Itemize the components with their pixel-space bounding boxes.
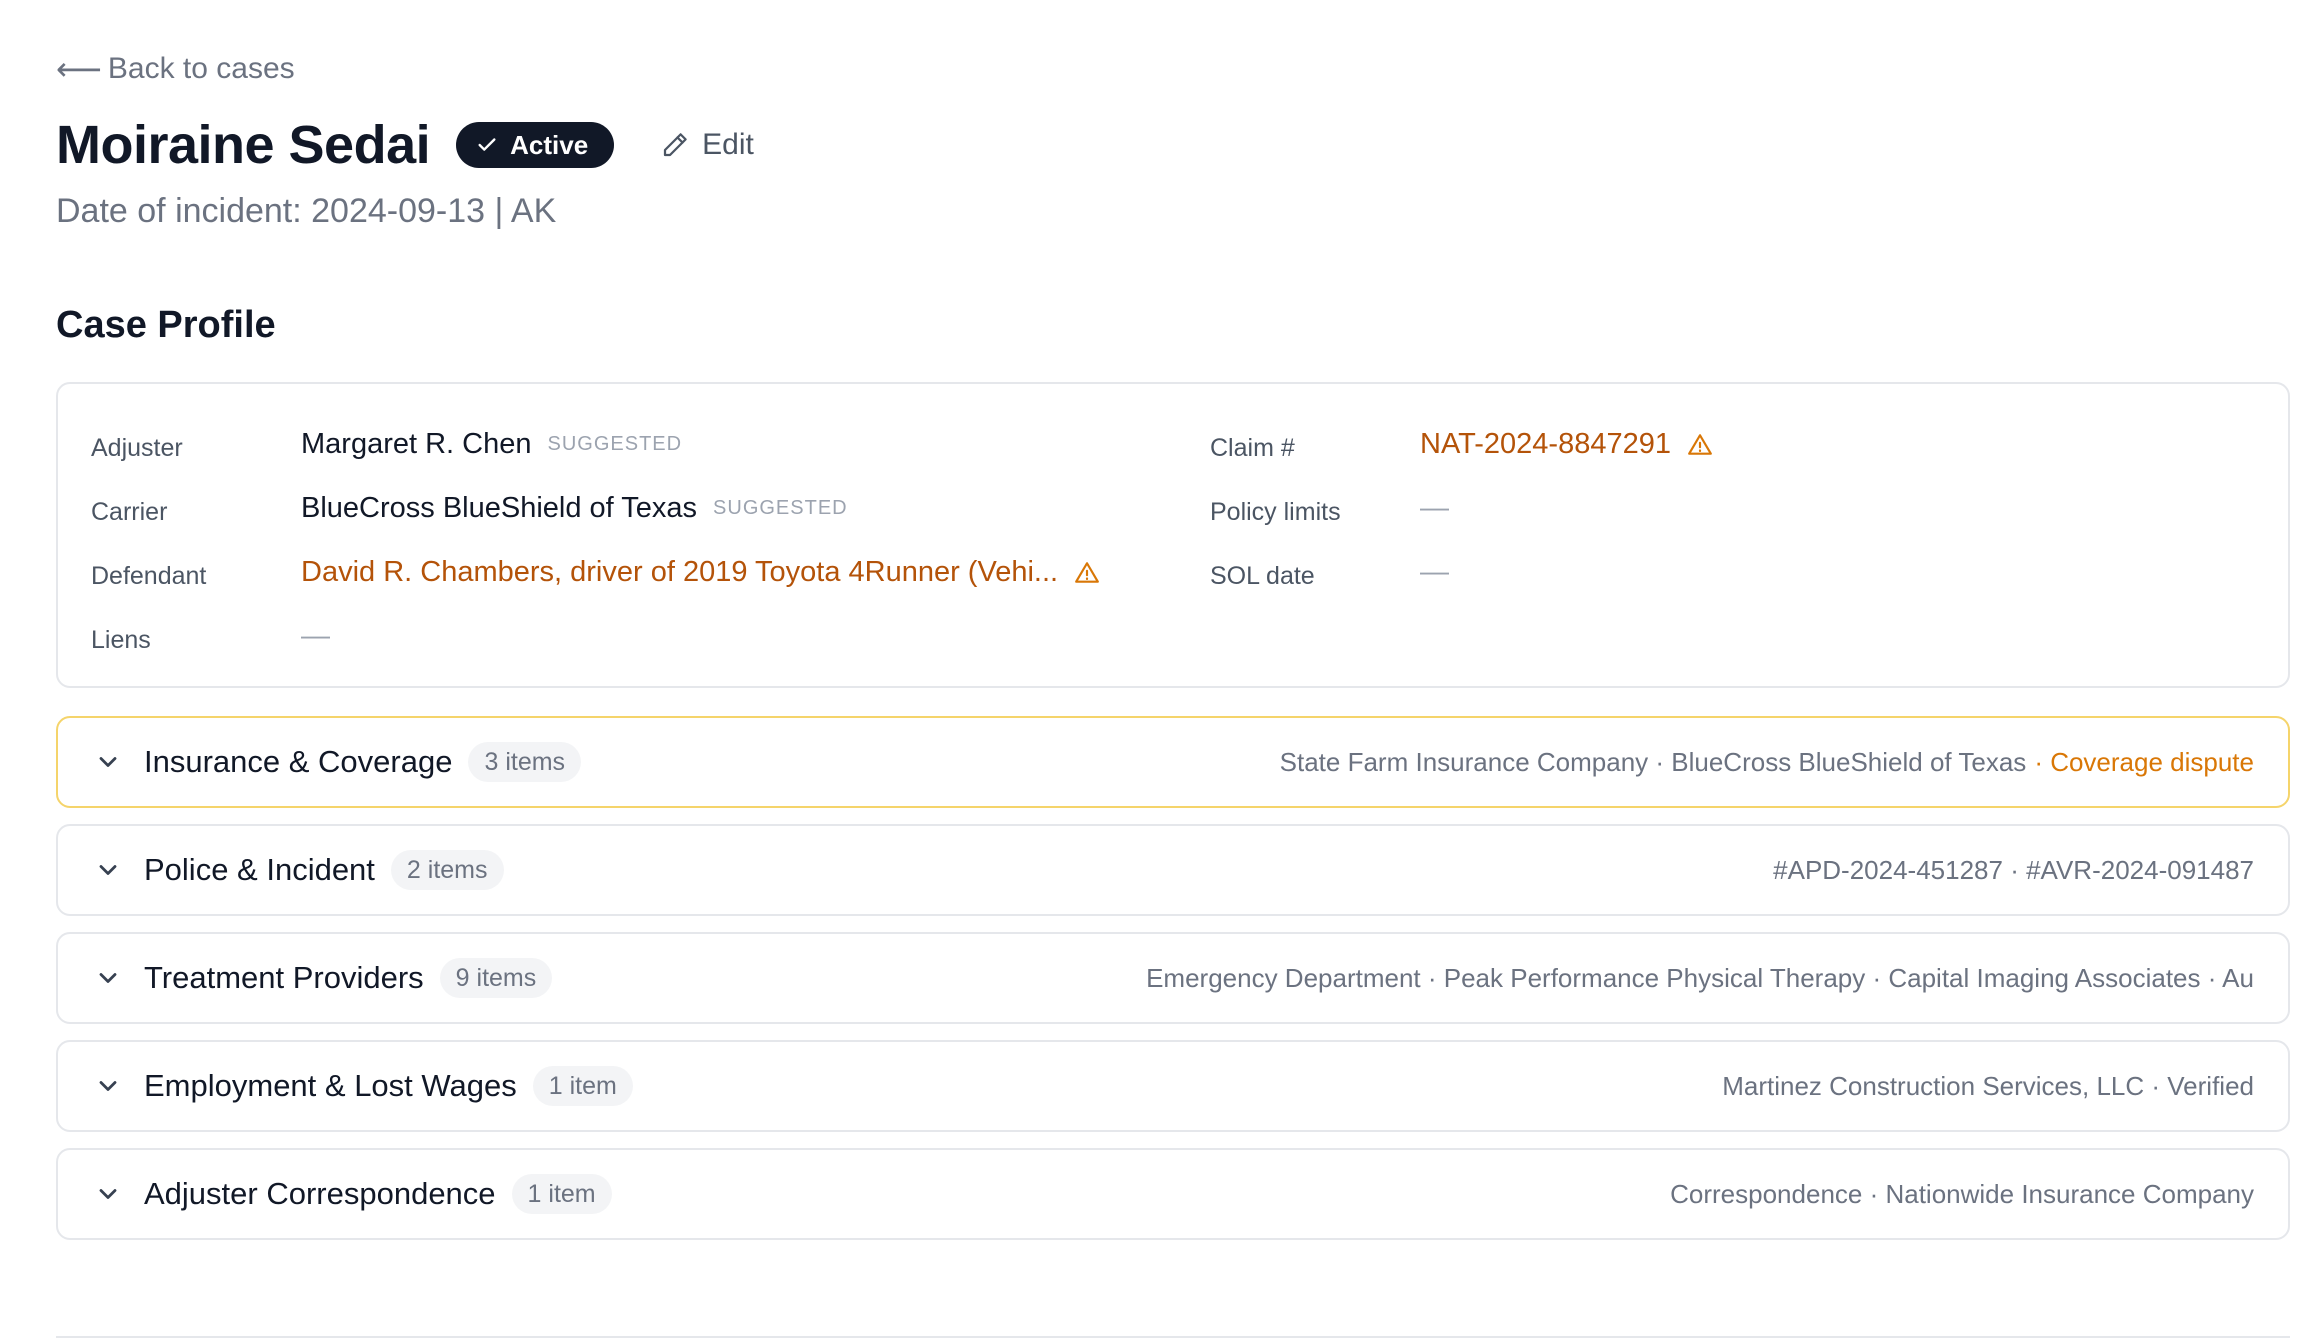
claim-value[interactable]: NAT-2024-8847291 (1420, 428, 1671, 461)
status-badge: Active (456, 122, 615, 168)
sol-date-label: SOL date (1210, 562, 1315, 590)
section-employment-lost-wages[interactable]: Employment & Lost Wages 1 item Martinez … (56, 1040, 2290, 1132)
section-summary: #APD-2024-451287 · #AVR-2024-091487 (1773, 826, 2254, 914)
section-summary: State Farm Insurance Company · BlueCross… (1280, 718, 2254, 806)
summary-text: Martinez Construction Services, LLC · Ve… (1722, 1070, 2254, 1101)
sol-date-value: — (1420, 556, 1449, 588)
page-title: Moiraine Sedai (56, 115, 431, 175)
section-summary: Martinez Construction Services, LLC · Ve… (1722, 1042, 2254, 1130)
defendant-value[interactable]: David R. Chambers, driver of 2019 Toyota… (301, 556, 1058, 589)
adjuster-label: Adjuster (91, 434, 183, 462)
chevron-down-icon (99, 865, 117, 875)
back-label: Back to cases (107, 52, 295, 85)
pencil-icon (664, 133, 687, 157)
case-profile-card: Adjuster Margaret R. Chen SUGGESTED Carr… (56, 382, 2290, 688)
section-treatment-providers[interactable]: Treatment Providers 9 items Emergency De… (56, 932, 2290, 1024)
carrier-value-group: BlueCross BlueShield of Texas SUGGESTED (301, 492, 848, 525)
status-label: Active (510, 129, 589, 160)
adjuster-value[interactable]: Margaret R. Chen (301, 428, 532, 461)
back-to-cases-link[interactable]: ⟵ Back to cases (56, 52, 295, 86)
section-adjuster-correspondence[interactable]: Adjuster Correspondence 1 item Correspon… (56, 1148, 2290, 1240)
defendant-label: Defendant (91, 562, 207, 590)
section-insurance-coverage[interactable]: Insurance & Coverage 3 items State Farm … (56, 716, 2290, 808)
policy-limits-value: — (1420, 492, 1449, 524)
defendant-value-group: David R. Chambers, driver of 2019 Toyota… (301, 556, 1100, 589)
coverage-dispute-alert: · Coverage dispute (2034, 746, 2254, 777)
warning-icon (1075, 561, 1099, 583)
summary-text: Correspondence · Nationwide Insurance Co… (1670, 1178, 2254, 1209)
liens-value: — (301, 620, 330, 652)
arrow-left-icon: ⟵ (56, 51, 102, 87)
item-count-badge: 2 items (390, 850, 504, 890)
carrier-label: Carrier (91, 498, 168, 526)
item-count-badge: 9 items (439, 958, 553, 998)
item-count-badge: 1 item (532, 1066, 633, 1106)
check-icon (478, 138, 496, 151)
claim-label: Claim # (1210, 434, 1295, 462)
section-summary: Emergency Department · Peak Performance … (1146, 934, 2254, 1022)
chevron-down-icon (99, 757, 117, 767)
suggested-tag: SUGGESTED (547, 433, 683, 455)
title-row: Moiraine Sedai Active Edit (56, 110, 754, 180)
summary-text: #APD-2024-451287 · #AVR-2024-091487 (1773, 854, 2254, 885)
section-title: Treatment Providers (144, 960, 424, 995)
liens-label: Liens (91, 626, 151, 654)
case-profile-heading: Case Profile (56, 304, 276, 346)
claim-value-group: NAT-2024-8847291 (1420, 428, 1713, 461)
section-title: Police & Incident (144, 852, 375, 887)
adjuster-value-group: Margaret R. Chen SUGGESTED (301, 428, 682, 461)
summary-text: State Farm Insurance Company · BlueCross… (1279, 746, 2027, 777)
chevron-down-icon (99, 1081, 117, 1091)
incident-subtitle: Date of incident: 2024-09-13 | AK (56, 192, 557, 230)
case-detail-page: ⟵ Back to cases Moiraine Sedai Active Ed… (0, 0, 2316, 1340)
chevron-down-icon (99, 1189, 117, 1199)
item-count-badge: 1 item (511, 1174, 612, 1214)
edit-label: Edit (702, 128, 754, 161)
edit-button[interactable]: Edit (660, 128, 754, 162)
policy-limits-label: Policy limits (1210, 498, 1341, 526)
section-title: Employment & Lost Wages (144, 1068, 517, 1103)
chevron-down-icon (99, 973, 117, 983)
suggested-tag: SUGGESTED (713, 497, 848, 519)
item-count-badge: 3 items (468, 742, 582, 782)
bottom-divider (56, 1336, 2290, 1338)
section-title: Adjuster Correspondence (144, 1176, 496, 1211)
section-summary: Correspondence · Nationwide Insurance Co… (1670, 1150, 2254, 1238)
warning-icon (1688, 433, 1712, 455)
section-police-incident[interactable]: Police & Incident 2 items #APD-2024-4512… (56, 824, 2290, 916)
summary-text: Emergency Department · Peak Performance … (1146, 962, 2254, 993)
carrier-value[interactable]: BlueCross BlueShield of Texas (301, 492, 697, 525)
section-title: Insurance & Coverage (144, 744, 453, 779)
